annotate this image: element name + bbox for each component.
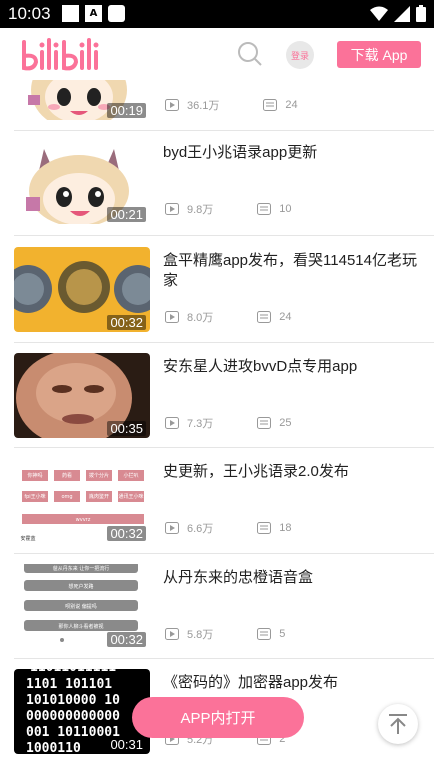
status-time: 10:03 <box>8 4 51 23</box>
divider <box>14 342 434 343</box>
grid-button-text: omg <box>61 494 72 500</box>
list-button-text: 爸从丹东来 让你一把流行 <box>53 565 110 572</box>
comment-count: 24 <box>285 99 298 111</box>
divider <box>14 130 434 131</box>
play-count-icon <box>165 417 179 429</box>
open-in-app-button[interactable]: APP内打开 <box>132 697 304 738</box>
video-duration: 00:21 <box>107 207 146 222</box>
view-count: 36.1万 <box>187 100 220 112</box>
binary-line: 001 10110001 <box>26 725 120 740</box>
video-meta: 6.6万 18 <box>165 520 292 536</box>
video-item[interactable]: 00:21 byd王小兆语录app更新 9.8万 10 <box>14 139 434 243</box>
grid-button-text: 你神吗 <box>27 472 42 479</box>
comment-count: 5 <box>279 628 286 640</box>
status-bar: 10:03 A <box>0 0 434 28</box>
video-duration: 00:31 <box>107 737 146 752</box>
comment-count-icon <box>257 522 272 534</box>
video-meta: 7.3万 25 <box>165 415 292 431</box>
video-duration: 00:19 <box>107 103 146 118</box>
view-count: 6.6万 <box>187 523 214 535</box>
video-thumbnail: 11011011111 1101 101101 101010000 10 000… <box>14 669 150 754</box>
back-to-top-button[interactable] <box>378 704 418 744</box>
grid-button-text: 药看 <box>62 472 72 479</box>
video-meta: 5.8万 5 <box>165 626 285 642</box>
comment-count: 18 <box>279 522 292 534</box>
grid-corner-text: 安霍蓝 <box>20 535 35 542</box>
binary-line: 1000110 <box>26 741 81 754</box>
list-button-text: 那你人柳斗看者被视 <box>58 623 103 630</box>
notification-icons: A <box>62 5 125 22</box>
search-icon[interactable] <box>237 41 263 67</box>
divider <box>14 235 434 236</box>
binary-line: 1101 101101 <box>26 677 112 692</box>
divider <box>14 553 434 554</box>
grid-button-text: fpi王小咪 <box>24 493 45 500</box>
video-duration: 00:32 <box>107 632 146 647</box>
play-count-icon <box>165 522 179 534</box>
divider <box>14 447 434 448</box>
video-thumbnail: 00:32 <box>14 247 150 332</box>
binary-line: 101010000 10 <box>26 693 120 708</box>
play-count-icon <box>165 99 179 111</box>
comment-count-icon <box>263 99 278 111</box>
video-meta: 36.1万 24 <box>165 97 298 113</box>
grid-button-text: 小拦叭 <box>123 472 138 479</box>
comment-count-icon <box>257 311 272 323</box>
grid-button-text: 拨个分片 <box>89 472 109 479</box>
video-title[interactable]: 安东星人进攻bvvD点专用app <box>163 357 423 377</box>
video-title[interactable]: 盒平精鹰app发布，看哭114514亿老玩家 <box>163 251 423 291</box>
bilibili-logo[interactable] <box>20 36 100 72</box>
notification-square-icon <box>62 5 79 22</box>
comment-count-icon <box>257 628 272 640</box>
video-thumbnail: 00:35 <box>14 353 150 438</box>
signal-icon <box>394 5 410 22</box>
system-icons <box>370 5 426 22</box>
view-count: 8.0万 <box>187 312 214 324</box>
battery-icon <box>416 5 426 22</box>
video-meta: 9.8万 10 <box>165 201 292 217</box>
video-title[interactable]: 从丹东来的忠橙语音盒 <box>163 568 423 588</box>
video-item[interactable]: 00:35 安东星人进攻bvvD点专用app 7.3万 25 <box>14 353 434 457</box>
comment-count: 24 <box>279 311 292 323</box>
comment-count-icon <box>257 203 272 215</box>
view-count: 5.8万 <box>187 629 214 641</box>
view-count: 9.8万 <box>187 204 214 216</box>
video-duration: 00:32 <box>107 315 146 330</box>
play-count-icon <box>165 628 179 640</box>
video-duration: 00:35 <box>107 421 146 436</box>
download-app-button[interactable]: 下载 App <box>337 41 421 68</box>
list-button-text: 想死户发路 <box>68 583 93 590</box>
app-header: 登录 下载 App <box>0 28 434 80</box>
arrow-up-icon <box>389 714 407 734</box>
login-button[interactable]: 登录 <box>286 41 314 69</box>
notification-sd-icon <box>108 5 125 22</box>
video-item[interactable]: 你神吗 药看 拨个分片 小拦叭 fpi王小咪 omg 胤肉鉴开 通讯王小咪 wv… <box>14 458 434 562</box>
view-count: 7.3万 <box>187 418 214 430</box>
comment-count-icon <box>257 417 272 429</box>
binary-line: 000000000000 <box>26 709 120 724</box>
grid-button-text: wvvrz <box>76 517 91 523</box>
play-count-icon <box>165 311 179 323</box>
video-item[interactable]: 爸从丹东来 让你一把流行 想死户发路 呗别说 偏提吗 那你人柳斗看者被视 00:… <box>14 564 434 668</box>
video-thumbnail: 爸从丹东来 让你一把流行 想死户发路 呗别说 偏提吗 那你人柳斗看者被视 00:… <box>14 564 150 649</box>
binary-line: 11011011111 <box>30 669 116 675</box>
video-title[interactable]: byd王小兆语录app更新 <box>163 143 423 163</box>
wifi-icon <box>370 6 388 21</box>
video-item[interactable]: 00:32 盒平精鹰app发布，看哭114514亿老玩家 8.0万 24 <box>14 247 434 351</box>
notification-a-icon: A <box>85 5 102 22</box>
comment-count: 25 <box>279 417 292 429</box>
play-count-icon <box>165 203 179 215</box>
comment-count: 10 <box>279 203 292 215</box>
divider <box>14 658 434 659</box>
grid-button-text: 胤肉鉴开 <box>89 493 109 500</box>
grid-button-text: 通讯王小咪 <box>118 493 143 500</box>
video-thumbnail: 你神吗 药看 拨个分片 小拦叭 fpi王小咪 omg 胤肉鉴开 通讯王小咪 wv… <box>14 458 150 543</box>
video-title[interactable]: 史更新，王小兆语录2.0发布 <box>163 462 423 482</box>
video-title[interactable]: 《密码的》加密器app发布 <box>163 673 423 693</box>
video-meta: 8.0万 24 <box>165 309 292 325</box>
list-button-text: 呗别说 偏提吗 <box>65 603 97 610</box>
video-thumbnail: 00:21 <box>14 139 150 224</box>
video-duration: 00:32 <box>107 526 146 541</box>
